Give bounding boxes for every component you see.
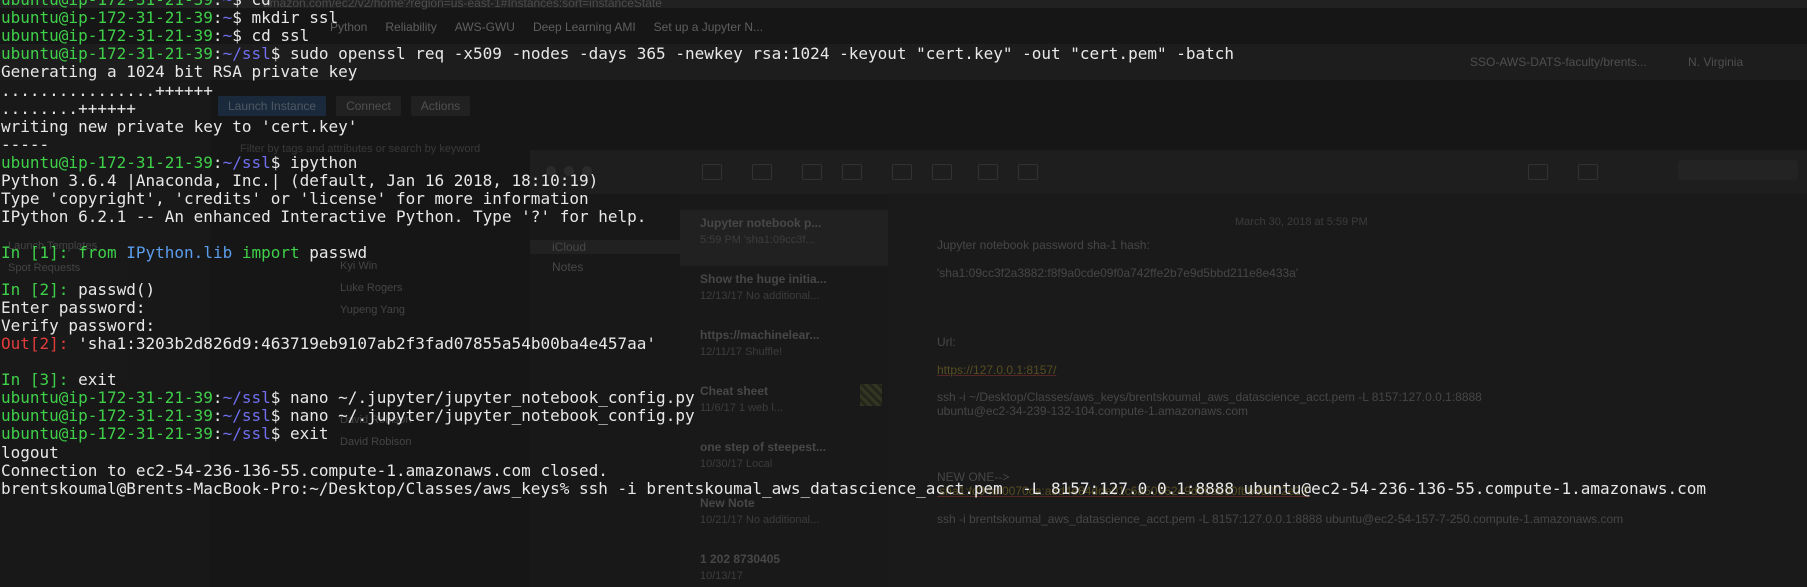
ipython-module: IPython.lib	[126, 243, 233, 263]
prompt-command: ipython	[280, 152, 358, 172]
ipython-code: passwd()	[78, 279, 156, 299]
prompt-command: sudo openssl req -x509 -nodes -days 365 …	[280, 44, 1235, 64]
terminal-output-line: ................++++++	[1, 80, 213, 100]
prompt-command: nano ~/.jupyter/jupyter_notebook_config.…	[280, 406, 695, 426]
prompt-separator: :	[212, 26, 223, 46]
terminal-output-line: brentskoumal@Brents-MacBook-Pro:~/Deskto…	[1, 478, 1707, 498]
prompt-user: ubuntu@ip-172-31-21-39	[1, 26, 213, 46]
ipython-code: passwd	[309, 243, 368, 263]
ipython-out-prompt: Out[	[1, 333, 40, 353]
prompt-command: nano ~/.jupyter/jupyter_notebook_config.…	[280, 388, 695, 408]
terminal-output-line: IPython 6.2.1 -- An enhanced Interactive…	[1, 207, 647, 227]
ipython-input-line: In [1]: from IPython.lib import passwd	[1, 244, 367, 262]
prompt-path: ~/ssl	[222, 44, 271, 64]
ipython-in-number: 1	[39, 243, 50, 263]
prompt-symbol: $	[270, 152, 281, 172]
prompt-path: ~/ssl	[222, 424, 271, 444]
prompt-separator: :	[212, 424, 223, 444]
ipython-input-line: In [2]: passwd()	[1, 279, 156, 299]
prompt-path: ~	[222, 8, 233, 28]
prompt-command: exit	[280, 424, 329, 444]
terminal-prompt-line: ubuntu@ip-172-31-21-39:~/ssl$ exit	[1, 425, 329, 443]
prompt-path: ~/ssl	[222, 406, 271, 426]
terminal-prompt-line: ubuntu@ip-172-31-21-39:~$ cd ssl	[1, 27, 309, 45]
prompt-command: mkdir ssl	[241, 8, 339, 28]
ipython-in-prompt-end: ]:	[49, 243, 79, 263]
ipython-in-prompt: In [	[1, 370, 40, 390]
terminal-output-line: Enter password:	[1, 297, 146, 317]
prompt-separator: :	[212, 406, 223, 426]
prompt-user: ubuntu@ip-172-31-21-39	[1, 152, 213, 172]
ipython-out-prompt-end: ]:	[49, 333, 79, 353]
terminal-output-line: -----	[1, 134, 50, 154]
prompt-path: ~/ssl	[222, 152, 271, 172]
ipython-keyword: import	[241, 243, 300, 263]
terminal-output-line: Generating a 1024 bit RSA private key	[1, 62, 358, 82]
prompt-user: ubuntu@ip-172-31-21-39	[1, 388, 213, 408]
ipython-keyword: from	[78, 243, 117, 263]
terminal-window[interactable]: ubuntu@ip-172-31-21-39:~$ cdubuntu@ip-17…	[0, 0, 1807, 587]
prompt-path: ~/ssl	[222, 388, 271, 408]
prompt-separator: :	[212, 388, 223, 408]
prompt-user: ubuntu@ip-172-31-21-39	[1, 424, 213, 444]
ipython-out-number: 2	[39, 333, 50, 353]
prompt-separator: :	[212, 8, 223, 28]
ipython-output-line: Out[2]: 'sha1:3203b2d826d9:463719eb9107a…	[1, 333, 657, 353]
prompt-symbol: $	[232, 8, 242, 28]
prompt-separator: :	[212, 152, 223, 172]
ipython-in-prompt-end: ]:	[49, 279, 79, 299]
terminal-output-line: Connection to ec2-54-236-136-55.compute-…	[1, 460, 608, 480]
terminal-output-line: Type 'copyright', 'credits' or 'license'…	[1, 189, 589, 209]
ipython-in-prompt-end: ]:	[49, 370, 79, 390]
ipython-in-prompt: In [	[1, 243, 40, 263]
prompt-user: ubuntu@ip-172-31-21-39	[1, 8, 213, 28]
ipython-in-prompt: In [	[1, 279, 40, 299]
terminal-output-line: logout	[1, 442, 59, 462]
terminal-prompt-line: ubuntu@ip-172-31-21-39:~/ssl$ nano ~/.ju…	[1, 389, 695, 407]
terminal-prompt-line: ubuntu@ip-172-31-21-39:~/ssl$ ipython	[1, 152, 358, 172]
prompt-command: cd ssl	[241, 26, 310, 46]
prompt-user: ubuntu@ip-172-31-21-39	[1, 406, 213, 426]
terminal-output-line: writing new private key to 'cert.key'	[1, 116, 358, 136]
prompt-path: ~	[222, 26, 233, 46]
ipython-in-number: 2	[39, 279, 50, 299]
terminal-output-line: Verify password:	[1, 315, 156, 335]
prompt-symbol: $	[232, 26, 242, 46]
ipython-input-line: In [3]: exit	[1, 371, 117, 389]
terminal-prompt-line: ubuntu@ip-172-31-21-39:~$ mkdir ssl	[1, 9, 338, 27]
ipython-code: exit	[78, 370, 117, 390]
terminal-output-line: Python 3.6.4 |Anaconda, Inc.| (default, …	[1, 171, 599, 190]
prompt-symbol: $	[270, 424, 281, 444]
terminal-prompt-line: ubuntu@ip-172-31-21-39:~/ssl$ sudo opens…	[1, 45, 1234, 63]
ipython-output-value: 'sha1:3203b2d826d9:463719eb9107ab2f3fad0…	[78, 333, 657, 353]
terminal-output-line: ........++++++	[1, 98, 136, 118]
prompt-separator: :	[212, 44, 223, 64]
prompt-symbol: $	[270, 406, 281, 426]
ipython-in-number: 3	[39, 370, 50, 390]
prompt-user: ubuntu@ip-172-31-21-39	[1, 44, 213, 64]
screen: amazon.com/ec2/v2/home?region=us-east-1#…	[0, 0, 1807, 587]
terminal-prompt-line: ubuntu@ip-172-31-21-39:~/ssl$ nano ~/.ju…	[1, 407, 695, 425]
prompt-symbol: $	[270, 44, 281, 64]
prompt-symbol: $	[270, 388, 281, 408]
